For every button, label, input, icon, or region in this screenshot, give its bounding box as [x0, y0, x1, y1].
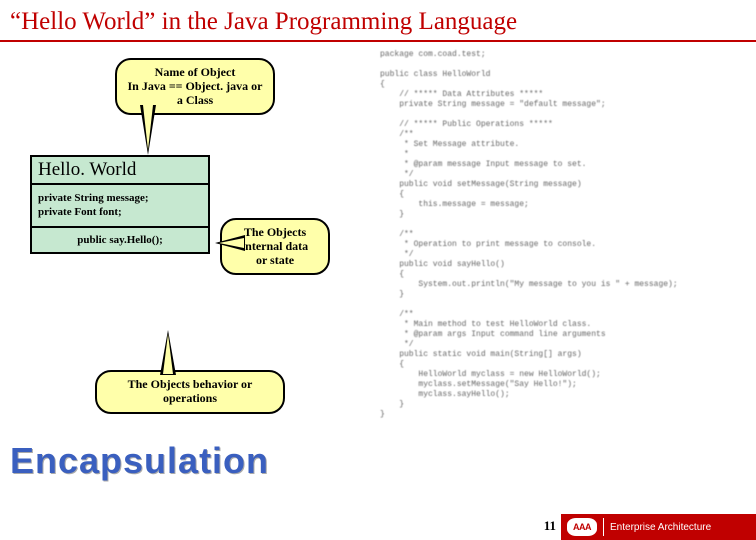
callout-pointer — [215, 235, 245, 251]
callout-pointer — [140, 105, 156, 155]
brand-label: Enterprise Architecture — [610, 522, 711, 533]
uml-operation: public say.Hello(); — [38, 234, 202, 246]
uml-attribute: private Font font; — [38, 205, 202, 219]
callout-pointer — [160, 330, 176, 375]
slide-title: “Hello World” in the Java Programming La… — [0, 0, 756, 42]
source-code-panel: package com.coad.test; public class Hell… — [380, 50, 750, 480]
encapsulation-heading: Encapsulation — [10, 440, 269, 482]
uml-operations: public say.Hello(); — [32, 228, 208, 252]
page-number: 11 — [544, 518, 556, 534]
uml-attribute: private String message; — [38, 191, 202, 205]
brand-bar: AAA Enterprise Architecture — [561, 514, 756, 540]
uml-class-box: Hello. World private String message; pri… — [30, 155, 210, 254]
callout-object-name: Name of Object In Java == Object. java o… — [115, 58, 275, 115]
uml-class-name: Hello. World — [32, 157, 208, 185]
divider — [603, 518, 604, 536]
footer: 11 AAA Enterprise Architecture — [0, 510, 756, 540]
uml-attributes: private String message; private Font fon… — [32, 185, 208, 228]
callout-operations: The Objects behavior or operations — [95, 370, 285, 414]
aaa-logo: AAA — [567, 518, 597, 536]
